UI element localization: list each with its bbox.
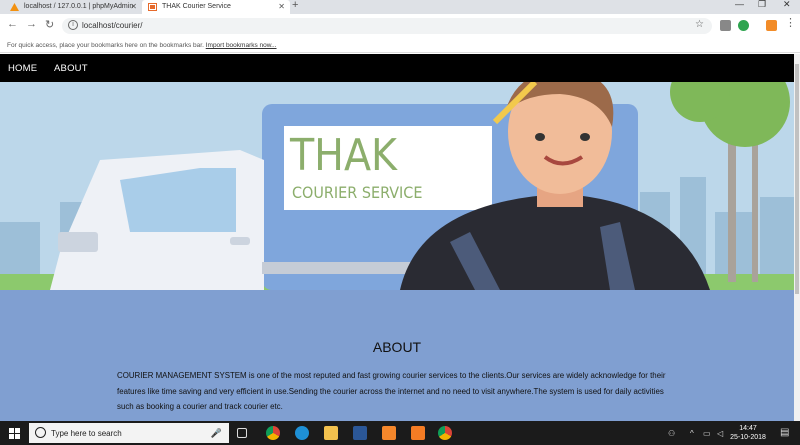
star-icon[interactable]: ☆ xyxy=(695,19,704,30)
tab-phpmyadmin[interactable]: localhost / 127.0.0.1 | phpMyAdmin ✕ xyxy=(4,0,142,14)
chrome-icon[interactable] xyxy=(438,426,452,440)
hero-illustration: THAK COURIER SERVICE xyxy=(0,82,794,290)
sublime-icon[interactable] xyxy=(382,426,396,440)
address-bar[interactable]: i localhost/courier/ ☆ xyxy=(62,18,712,34)
taskbar-search-placeholder: Type here to search xyxy=(51,429,122,438)
system-clock[interactable]: 14:47 25-10-2018 xyxy=(728,424,768,442)
tab-label: localhost / 127.0.0.1 | phpMyAdmin xyxy=(24,3,134,10)
hero-banner: THAK COURIER SERVICE xyxy=(0,82,794,290)
tab-thak-courier[interactable]: THAK Courier Service ✕ xyxy=(142,0,290,14)
chrome-icon[interactable] xyxy=(266,426,280,440)
notifications-icon[interactable]: ▤ xyxy=(780,427,789,438)
reload-icon[interactable]: ↻ xyxy=(45,18,54,31)
file-explorer-icon[interactable] xyxy=(324,426,338,440)
clock-date: 25-10-2018 xyxy=(730,434,766,441)
tab-close-icon[interactable]: ✕ xyxy=(130,0,137,14)
forward-arrow-icon[interactable]: → xyxy=(26,18,37,30)
phpmyadmin-favicon-icon xyxy=(10,3,19,11)
xampp-icon[interactable] xyxy=(411,426,425,440)
clock-time: 14:47 xyxy=(739,425,757,432)
info-icon[interactable]: i xyxy=(68,20,78,30)
browser-toolbar: ← → ↻ i localhost/courier/ ☆ ⋮ xyxy=(0,14,800,38)
menu-icon[interactable]: ⋮ xyxy=(785,16,796,29)
taskbar-search-box[interactable]: Type here to search 🎤 xyxy=(29,423,229,443)
about-section: ABOUT COURIER MANAGEMENT SYSTEM is one o… xyxy=(0,290,794,421)
taskbar: Type here to search 🎤 ⚇ ^ ▭ ◁ 14:47 25-1… xyxy=(0,421,800,445)
hero-title: THAK xyxy=(289,130,398,181)
microphone-icon[interactable]: 🎤 xyxy=(211,428,222,439)
restore-icon[interactable]: ❐ xyxy=(758,0,766,10)
extension-icon[interactable] xyxy=(766,20,777,31)
video-icon[interactable] xyxy=(720,20,731,31)
people-icon[interactable]: ⚇ xyxy=(668,429,675,438)
window-close-icon[interactable]: ✕ xyxy=(783,0,791,10)
address-url: localhost/courier/ xyxy=(82,21,143,30)
show-hidden-icons-icon[interactable]: ^ xyxy=(690,429,694,438)
edge-icon[interactable] xyxy=(295,426,309,440)
word-icon[interactable] xyxy=(353,426,367,440)
about-heading: ABOUT xyxy=(372,339,422,355)
nav-home-link[interactable]: HOME xyxy=(8,63,37,74)
screen: localhost / 127.0.0.1 | phpMyAdmin ✕ THA… xyxy=(0,0,800,445)
volume-icon[interactable]: ◁ xyxy=(717,429,723,438)
battery-icon[interactable]: ▭ xyxy=(703,429,711,438)
hero-subtitle: COURIER SERVICE xyxy=(292,183,422,202)
search-icon xyxy=(35,427,46,438)
back-arrow-icon[interactable]: ← xyxy=(7,18,18,30)
extension-icon[interactable] xyxy=(738,20,749,31)
nav-about-link[interactable]: ABOUT xyxy=(54,63,88,74)
bookmarks-bar: For quick access, place your bookmarks h… xyxy=(0,38,800,53)
bookmarks-message: For quick access, place your bookmarks h… xyxy=(7,42,204,49)
site-navbar: HOME ABOUT xyxy=(0,54,794,82)
new-tab-icon[interactable]: + xyxy=(292,0,298,11)
about-text: COURIER MANAGEMENT SYSTEM is one of the … xyxy=(117,371,666,411)
tab-label: THAK Courier Service xyxy=(162,3,231,10)
minimize-icon[interactable]: — xyxy=(735,0,744,9)
page-favicon-icon xyxy=(148,3,157,11)
page-scrollbar[interactable] xyxy=(794,54,800,421)
tab-close-icon[interactable]: ✕ xyxy=(278,0,285,14)
tab-strip: localhost / 127.0.0.1 | phpMyAdmin ✕ THA… xyxy=(0,0,800,14)
windows-start-icon[interactable] xyxy=(9,428,20,439)
scrollbar-thumb[interactable] xyxy=(795,64,799,294)
task-view-icon[interactable] xyxy=(237,428,247,438)
import-bookmarks-link[interactable]: Import bookmarks now... xyxy=(206,42,277,49)
